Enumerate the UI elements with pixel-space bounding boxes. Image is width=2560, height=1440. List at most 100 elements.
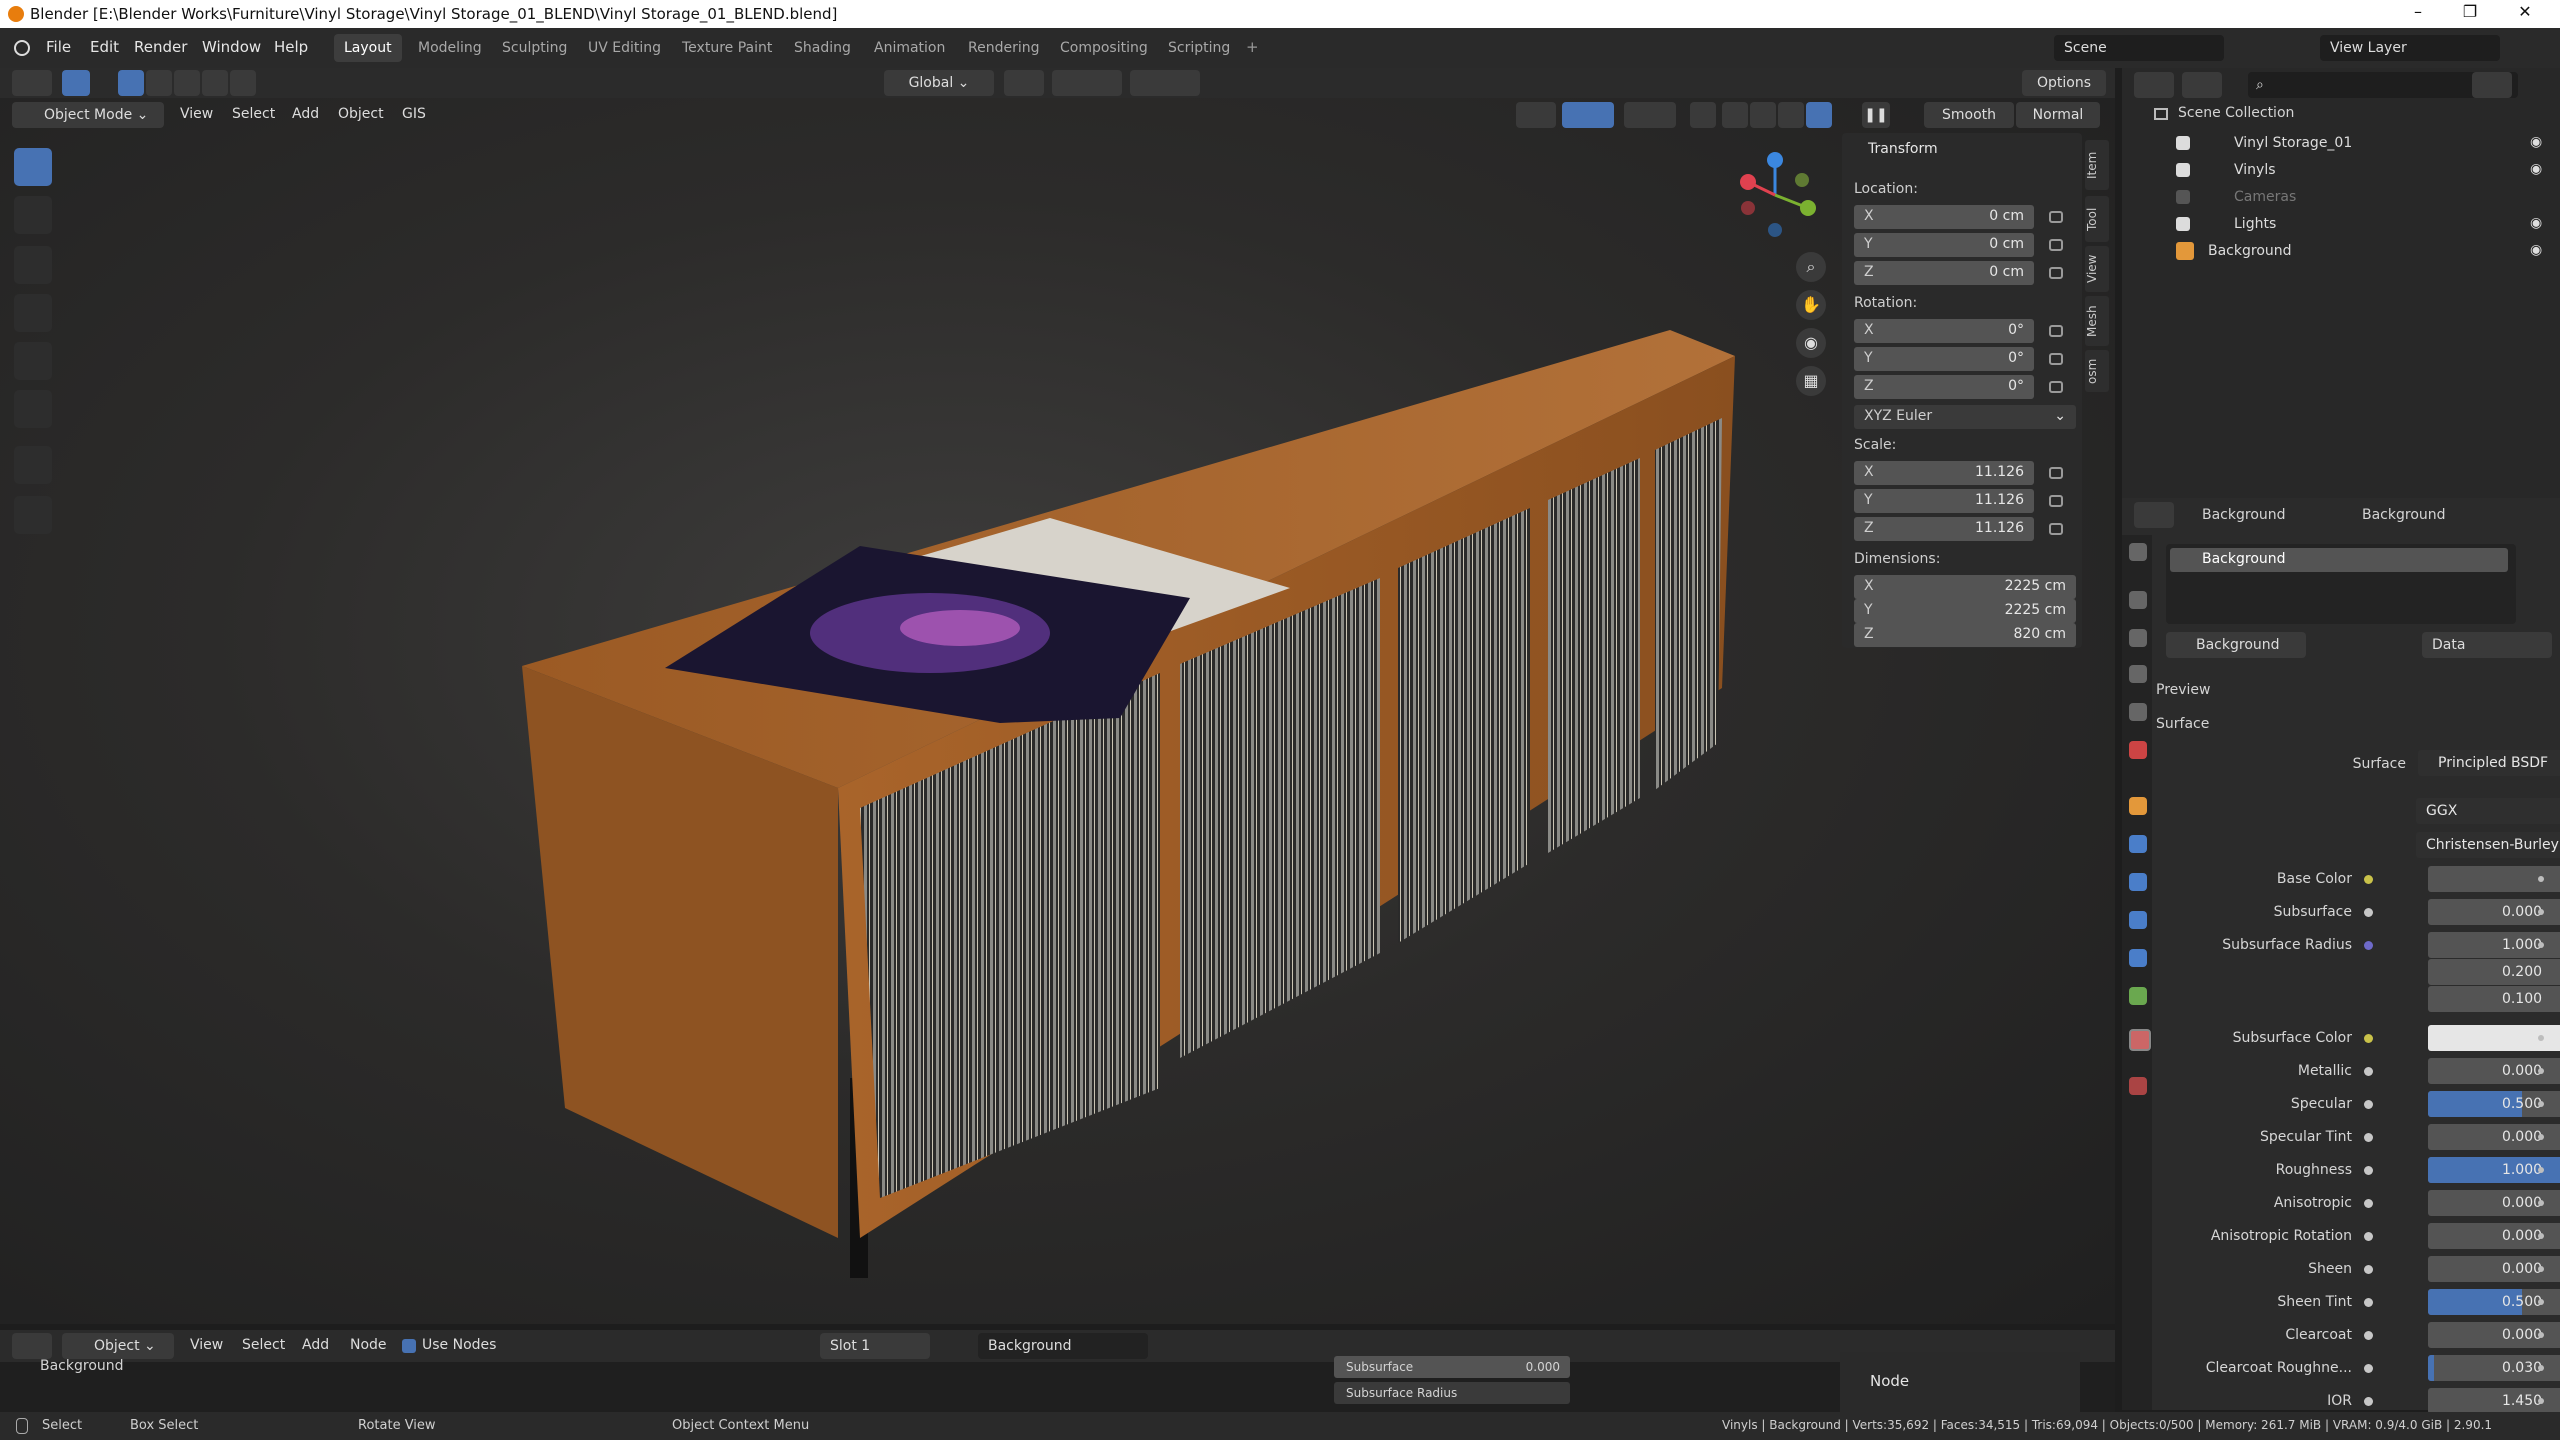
- checkbox[interactable]: [2176, 217, 2190, 231]
- axis-gizmo[interactable]: [1730, 150, 1820, 240]
- view-layer-selector[interactable]: View Layer: [2320, 35, 2500, 61]
- select-mode-icon[interactable]: [62, 70, 90, 96]
- keyframe-dot-icon[interactable]: [2538, 1398, 2544, 1404]
- dimensions-z-field[interactable]: Z 820 cm: [1854, 623, 2076, 647]
- use-nodes-checkbox[interactable]: [402, 1339, 416, 1353]
- menu-window[interactable]: Window: [202, 38, 261, 56]
- keyframe-dot-icon[interactable]: [2538, 1365, 2544, 1371]
- socket-dot-icon[interactable]: [2364, 941, 2373, 950]
- scale-z-field[interactable]: Z 11.126: [1854, 517, 2034, 541]
- rotation-y-field[interactable]: Y 0°: [1854, 347, 2034, 371]
- scale-x-field[interactable]: X 11.126: [1854, 461, 2034, 485]
- smooth-button[interactable]: Smooth: [1924, 102, 2014, 128]
- tab-rendering[interactable]: Rendering: [958, 34, 1050, 62]
- lock-icon[interactable]: [2049, 467, 2063, 479]
- menu-help[interactable]: Help: [274, 38, 308, 56]
- node-menu[interactable]: Node: [350, 1337, 387, 1353]
- material-shading-icon[interactable]: [1778, 102, 1804, 128]
- keyframe-dot-icon[interactable]: [2538, 942, 2544, 948]
- link-dropdown[interactable]: Data: [2422, 632, 2552, 658]
- menu-render[interactable]: Render: [134, 38, 187, 56]
- physics-tab-icon[interactable]: [2129, 911, 2147, 929]
- options-dropdown[interactable]: Options: [2022, 70, 2106, 96]
- subsurface-method-dropdown[interactable]: Christensen-Burley: [2416, 832, 2560, 858]
- surface-section[interactable]: Surface: [2156, 716, 2209, 732]
- scene-selector[interactable]: Scene: [2054, 35, 2224, 61]
- particles-tab-icon[interactable]: [2129, 873, 2147, 891]
- checkbox[interactable]: [2176, 190, 2190, 204]
- solid-shading-icon[interactable]: [1750, 102, 1776, 128]
- slot-dropdown[interactable]: Slot 1: [820, 1333, 930, 1359]
- move-tool-icon[interactable]: [14, 246, 52, 284]
- camera-icon[interactable]: ◉: [1796, 328, 1826, 358]
- output-tab-icon[interactable]: [2129, 629, 2147, 647]
- visibility-icon[interactable]: [1516, 102, 1556, 128]
- material-tab-icon[interactable]: [2129, 1029, 2151, 1051]
- texture-tab-icon[interactable]: [2129, 1077, 2147, 1095]
- socket-dot-icon[interactable]: [2364, 1034, 2373, 1043]
- eye-icon[interactable]: ◉: [2530, 242, 2542, 258]
- rotation-mode-dropdown[interactable]: XYZ Euler ⌄: [1854, 405, 2076, 429]
- lock-icon[interactable]: [2049, 267, 2063, 279]
- proportional-edit-icon[interactable]: [1130, 70, 1200, 96]
- material-browse-node[interactable]: Background: [978, 1333, 1148, 1359]
- distribution-dropdown[interactable]: GGX: [2416, 798, 2560, 824]
- checkbox[interactable]: [2176, 163, 2190, 177]
- tab-animation[interactable]: Animation: [864, 34, 955, 62]
- menu-file[interactable]: File: [46, 38, 71, 56]
- node-socket-row[interactable]: Subsurface Radius: [1334, 1382, 1570, 1404]
- rotate-tool-icon[interactable]: [14, 294, 52, 332]
- socket-dot-icon[interactable]: [2364, 1100, 2373, 1109]
- minimize-icon[interactable]: –: [2398, 2, 2438, 21]
- node-view-menu[interactable]: View: [190, 1337, 223, 1353]
- gizmo-toggle-icon[interactable]: [1562, 102, 1614, 128]
- scale-tool-icon[interactable]: [14, 342, 52, 380]
- eye-icon[interactable]: ◉: [2530, 134, 2542, 150]
- normal-button[interactable]: Normal: [2016, 102, 2100, 128]
- zoom-icon[interactable]: ⌕: [1796, 252, 1826, 282]
- xray-toggle-icon[interactable]: [1690, 102, 1716, 128]
- overlay-toggle-icon[interactable]: [1624, 102, 1676, 128]
- lock-icon[interactable]: [2049, 239, 2063, 251]
- tab-uv-editing[interactable]: UV Editing: [578, 34, 671, 62]
- keyframe-dot-icon[interactable]: [2538, 1332, 2544, 1338]
- tab-shading[interactable]: Shading: [784, 34, 861, 62]
- tab-layout[interactable]: Layout: [334, 34, 402, 62]
- keyframe-dot-icon[interactable]: [2538, 1299, 2544, 1305]
- properties-editor-icon[interactable]: [2134, 502, 2174, 528]
- location-y-field[interactable]: Y0 cm: [1854, 233, 2034, 257]
- display-mode-icon[interactable]: [2182, 72, 2222, 98]
- sidebar-tab-view[interactable]: View: [2085, 246, 2109, 292]
- outliner-row[interactable]: Vinyls ◉: [2122, 157, 2560, 184]
- socket-dot-icon[interactable]: [2364, 908, 2373, 917]
- world-tab-icon[interactable]: [2129, 741, 2147, 759]
- annotate-tool-icon[interactable]: [14, 446, 52, 484]
- lock-icon[interactable]: [2049, 495, 2063, 507]
- socket-dot-icon[interactable]: [2364, 1298, 2373, 1307]
- object-mode-dropdown[interactable]: Object Mode ⌄: [12, 102, 164, 128]
- socket-dot-icon[interactable]: [2364, 1265, 2373, 1274]
- blender-menu-icon[interactable]: [14, 40, 30, 56]
- scene-tab-icon[interactable]: [2129, 703, 2147, 721]
- socket-dot-icon[interactable]: [2364, 1166, 2373, 1175]
- tab-compositing[interactable]: Compositing: [1050, 34, 1158, 62]
- socket-dot-icon[interactable]: [2364, 1133, 2373, 1142]
- filter-icon[interactable]: [2472, 72, 2512, 98]
- snap-icon[interactable]: [1052, 70, 1122, 96]
- socket-dot-icon[interactable]: [2364, 1232, 2373, 1241]
- shader-field-value[interactable]: 0.200: [2428, 959, 2560, 985]
- pivot-icon[interactable]: [1004, 70, 1044, 96]
- select-tool-icon[interactable]: [14, 148, 52, 186]
- tab-texture-paint[interactable]: Texture Paint: [672, 34, 782, 62]
- select-intersect-icon[interactable]: [230, 70, 256, 96]
- shader-type-dropdown[interactable]: Object ⌄: [62, 1333, 174, 1359]
- rendered-shading-icon[interactable]: [1806, 102, 1832, 128]
- 3d-viewport[interactable]: ⌕ ✋ ◉ ▦: [0, 68, 2115, 1324]
- sidebar-tab-osm[interactable]: osm: [2085, 350, 2109, 392]
- dimensions-x-field[interactable]: X 2225 cm: [1854, 575, 2076, 599]
- view-layer-tab-icon[interactable]: [2129, 665, 2147, 683]
- eye-icon[interactable]: ◉: [2530, 215, 2542, 231]
- grid-view-icon[interactable]: ▦: [1796, 366, 1826, 396]
- keyframe-dot-icon[interactable]: [2538, 909, 2544, 915]
- transform-tool-icon[interactable]: [14, 390, 52, 428]
